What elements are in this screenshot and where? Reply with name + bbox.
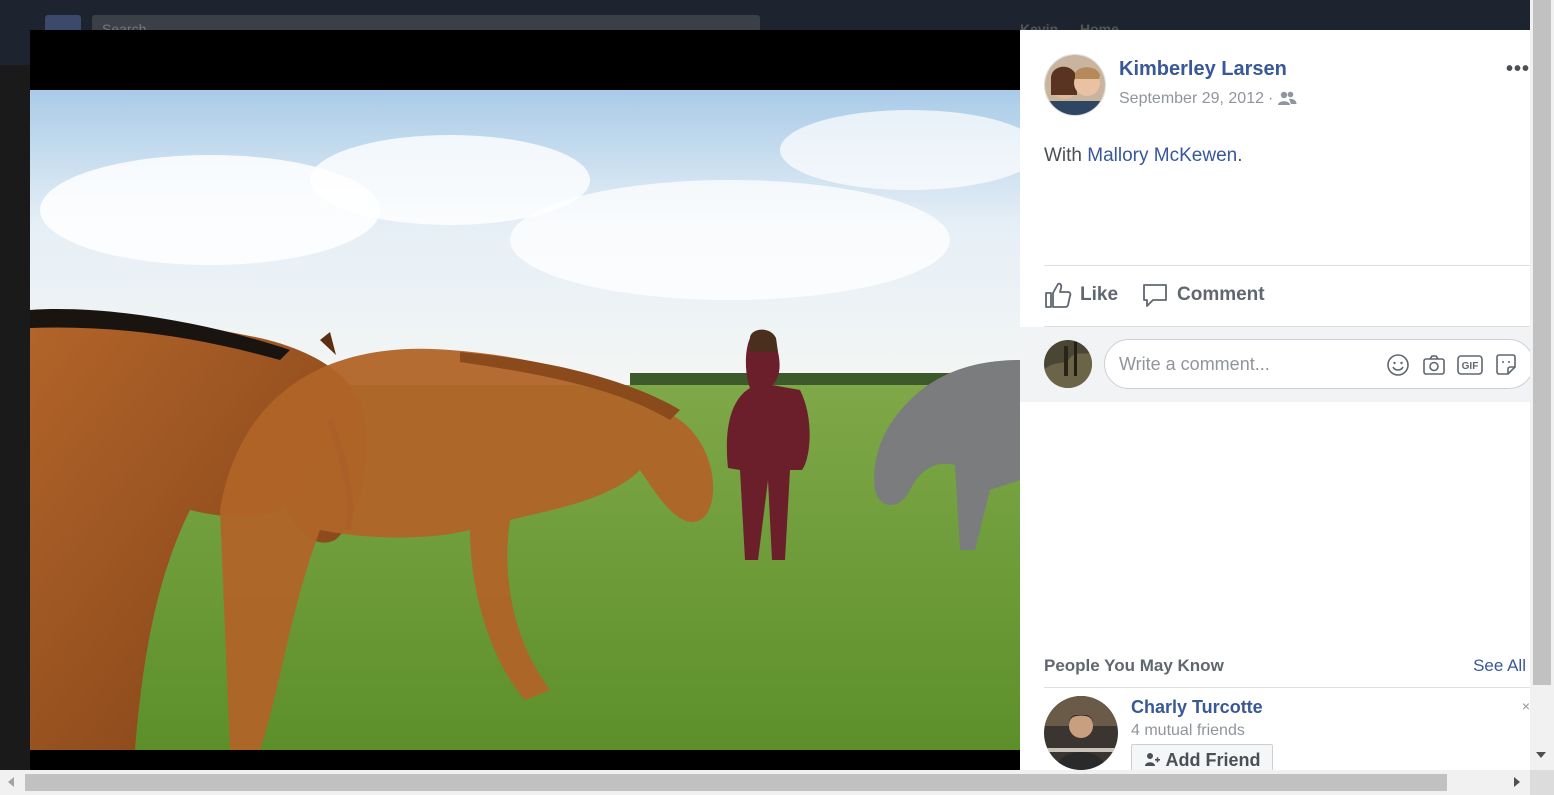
like-button[interactable]: Like (1044, 278, 1118, 312)
comment-label: Comment (1177, 284, 1265, 305)
post-author-name[interactable]: Kimberley Larsen (1119, 58, 1287, 81)
add-friend-icon (1144, 753, 1160, 766)
divider (1044, 265, 1530, 266)
pymk-title: People You May Know (1044, 656, 1224, 675)
add-friend-button[interactable]: Add Friend (1131, 744, 1273, 770)
horizontal-scrollbar[interactable] (0, 770, 1530, 795)
comment-button[interactable]: Comment (1141, 278, 1265, 312)
more-options-icon[interactable]: ••• (1506, 59, 1530, 79)
divider (1044, 687, 1530, 688)
pymk-avatar[interactable] (1044, 696, 1118, 770)
camera-icon[interactable] (1421, 352, 1447, 378)
comment-icon (1143, 284, 1167, 307)
thumbs-up-icon (1045, 282, 1072, 308)
vertical-scrollbar[interactable] (1530, 0, 1554, 770)
comment-composer: GIF (1020, 327, 1530, 402)
sticker-icon[interactable] (1493, 352, 1519, 378)
author-avatar[interactable] (1044, 54, 1106, 116)
add-friend-label: Add Friend (1165, 749, 1261, 770)
close-icon[interactable]: × (1522, 698, 1530, 714)
post-meta: September 29, 2012 · (1119, 90, 1297, 111)
svg-text:GIF: GIF (1462, 361, 1479, 372)
scroll-left-arrow-icon[interactable] (8, 777, 14, 787)
gif-icon[interactable]: GIF (1457, 352, 1483, 378)
post-side-panel: Kimberley Larsen September 29, 2012 · •••… (1020, 30, 1530, 770)
like-label: Like (1080, 284, 1119, 305)
pymk-mutual-friends[interactable]: 4 mutual friends (1131, 722, 1245, 740)
post-caption: With Mallory McKewen. (1044, 145, 1243, 167)
caption-prefix: With (1044, 145, 1082, 166)
scroll-down-arrow-icon[interactable] (1536, 752, 1546, 758)
emoji-icon[interactable] (1385, 352, 1411, 378)
see-all-link[interactable]: See All (1473, 656, 1526, 676)
photo-stage (30, 30, 1020, 770)
friends-icon[interactable] (1277, 90, 1297, 111)
current-user-avatar[interactable] (1044, 340, 1092, 388)
horizontal-scrollbar-thumb[interactable] (25, 774, 1447, 791)
meta-separator: · (1268, 90, 1274, 107)
post-date[interactable]: September 29, 2012 (1119, 90, 1264, 107)
tagged-person-link[interactable]: Mallory McKewen (1087, 145, 1237, 166)
post-photo[interactable] (30, 90, 1020, 750)
comment-box[interactable]: GIF (1104, 339, 1530, 389)
vertical-scrollbar-thumb[interactable] (1533, 0, 1551, 685)
caption-suffix: . (1237, 145, 1243, 166)
scrollbar-corner (1530, 770, 1554, 795)
comment-input[interactable] (1119, 340, 1369, 388)
pymk-person-name[interactable]: Charly Turcotte (1131, 697, 1263, 718)
scroll-right-arrow-icon[interactable] (1514, 777, 1520, 787)
